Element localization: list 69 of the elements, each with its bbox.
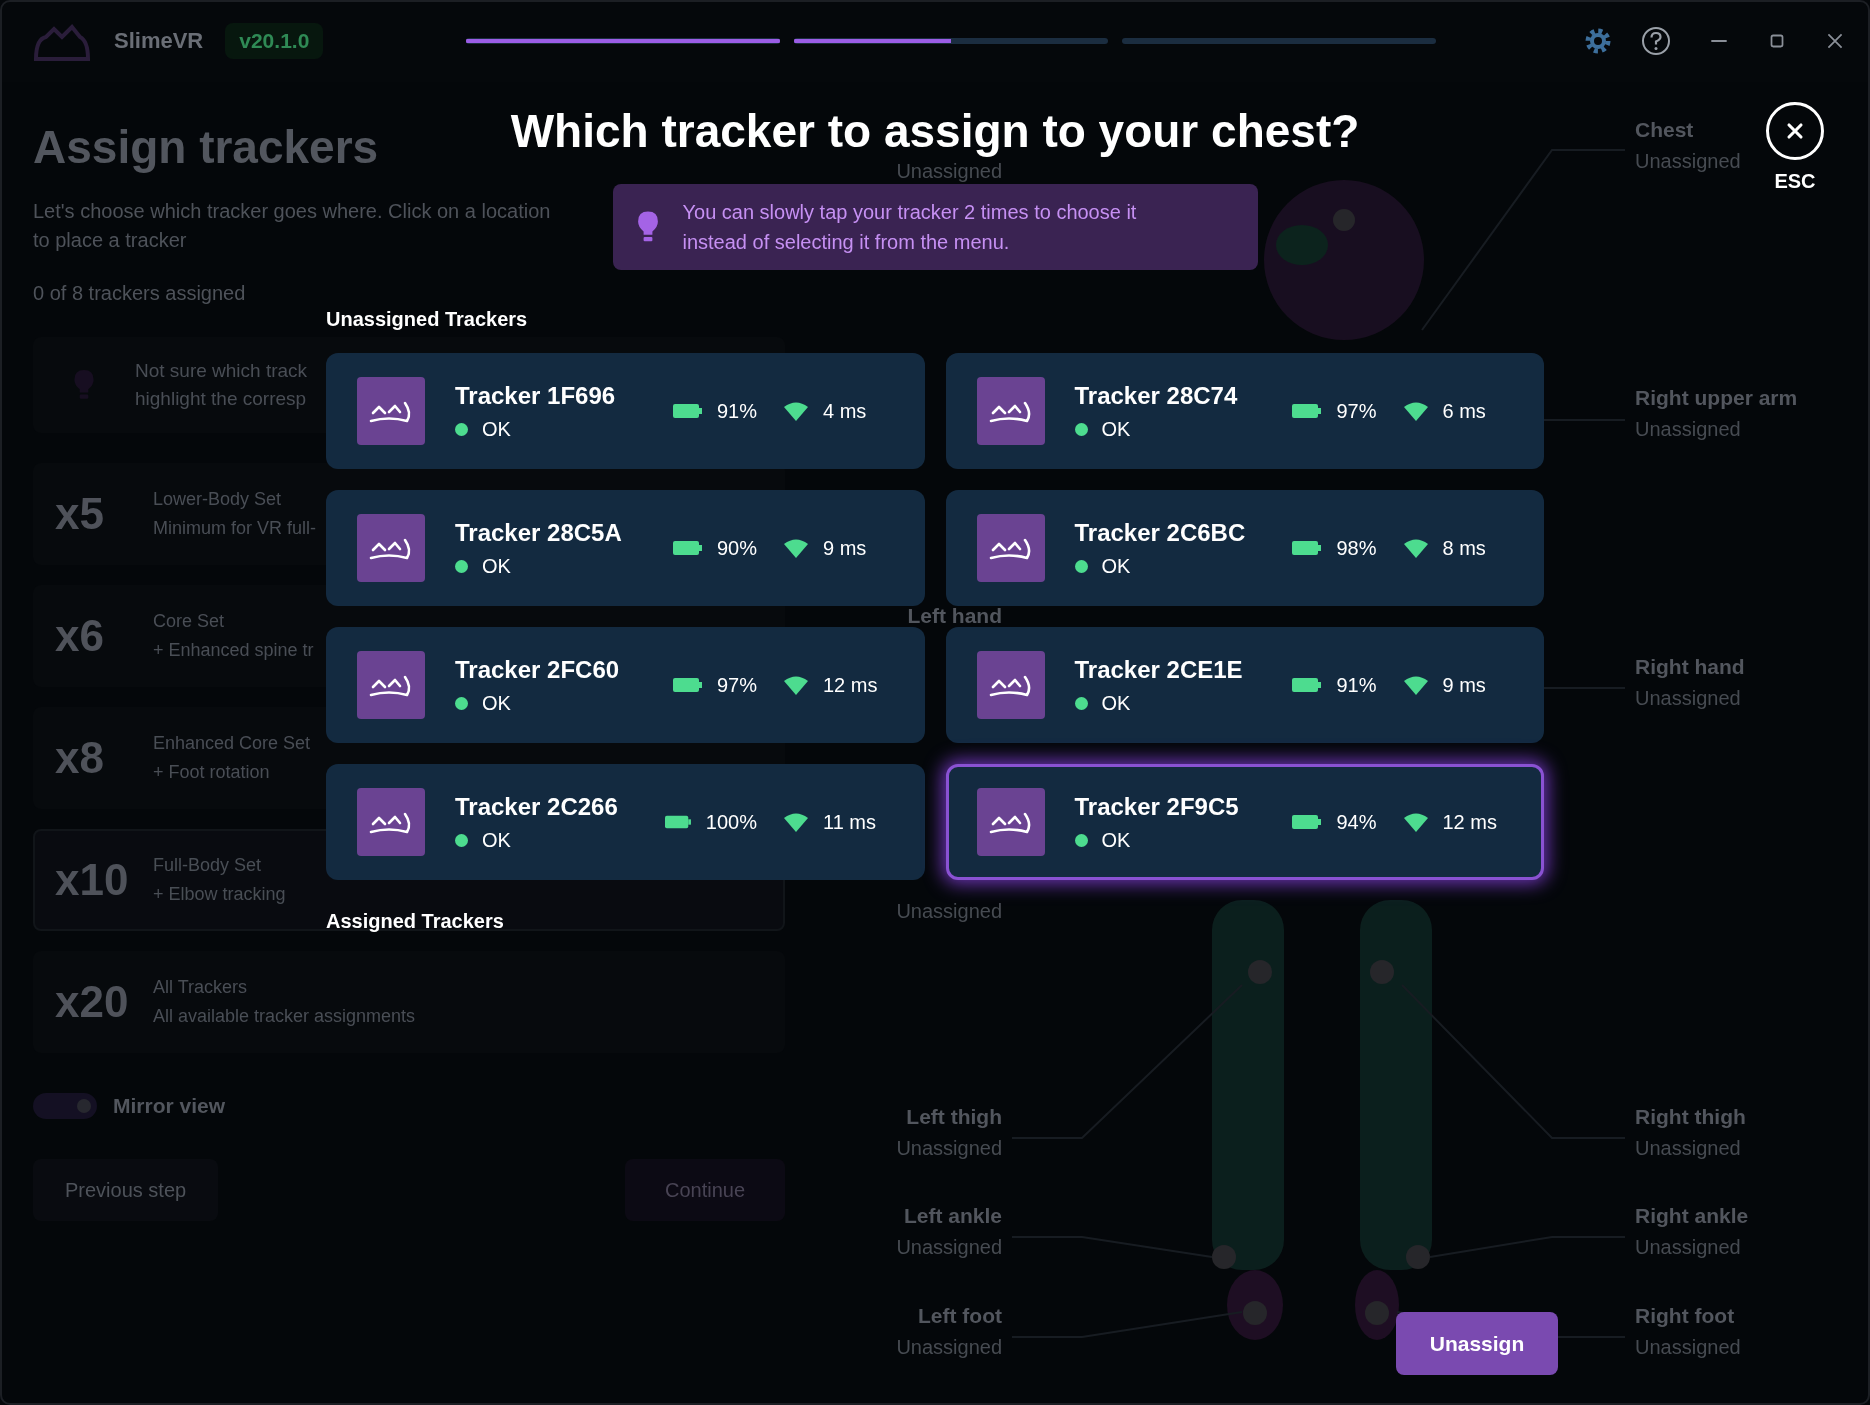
tracker-name: Tracker 1F696 — [455, 381, 617, 410]
body-part-status: Unassigned — [896, 1137, 1002, 1159]
battery-percent: 94% — [1336, 810, 1377, 834]
body-part-status: Unassigned — [1635, 687, 1741, 709]
tracker-status: OK — [1101, 691, 1131, 715]
hint-text: highlight the corresp — [135, 388, 308, 410]
battery-percent: 97% — [716, 673, 757, 697]
set-detail: + Foot rotation — [153, 762, 270, 783]
body-part-status: Unassigned — [896, 1236, 1002, 1258]
latency-text: 8 ms — [1442, 536, 1486, 560]
description-text: to place a tracker — [33, 229, 187, 252]
battery-percent: 98% — [1336, 536, 1377, 560]
latency-text: 12 ms — [1442, 810, 1497, 834]
tracker-name: Tracker 28C5A — [455, 518, 623, 547]
tracker-name: Tracker 2CE1E — [1074, 655, 1244, 684]
mirror-label: Mirror view — [113, 1094, 226, 1118]
set-name: All Trackers — [153, 977, 248, 998]
app-name: SlimeVR — [114, 28, 204, 54]
body-part-status: Unassigned — [896, 900, 1002, 922]
modal-title: Which tracker to assign to your chest? — [510, 104, 1360, 158]
latency-text: 4 ms — [823, 399, 867, 423]
tracker-name: Tracker 2FC60 — [455, 655, 621, 684]
body-part-status: Unassigned — [1635, 1336, 1741, 1358]
body-part-status: Unassigned — [1635, 1236, 1741, 1258]
set-count: x8 — [55, 733, 105, 783]
description-text: Let's choose which tracker goes where. Click on a location — [33, 200, 551, 223]
body-part-status: Unassigned — [1635, 150, 1741, 172]
tracker-status: OK — [1101, 554, 1131, 578]
esc-hint: ESC — [1774, 170, 1816, 193]
set-detail: Minimum for VR full- — [153, 518, 317, 539]
latency-text: 6 ms — [1442, 399, 1486, 423]
tracker-name: Tracker 2F9C5 — [1074, 792, 1240, 821]
set-name: Full-Body Set — [153, 855, 262, 876]
section-heading: Unassigned Trackers — [326, 308, 528, 331]
latency-text: 9 ms — [1442, 673, 1486, 697]
set-count: x20 — [55, 977, 130, 1027]
page-title: Assign trackers — [33, 120, 379, 174]
latency-text: 9 ms — [823, 536, 867, 560]
assigned-count: 0 of 8 trackers assigned — [33, 282, 246, 305]
body-part-status: Unassigned — [896, 1336, 1002, 1358]
tracker-status: OK — [482, 417, 511, 441]
tracker-name: Tracker 2C6BC — [1074, 518, 1247, 547]
set-count: x6 — [55, 611, 105, 661]
set-name: Lower-Body Set — [153, 489, 282, 510]
tracker-status: OK — [1101, 417, 1131, 441]
set-count: x5 — [55, 489, 105, 539]
tracker-status: OK — [482, 828, 511, 852]
set-detail: + Elbow tracking — [153, 884, 286, 905]
version-badge: v20.1.0 — [225, 23, 324, 59]
body-part-status: Unassigned — [1635, 418, 1741, 440]
set-name: Core Set — [153, 611, 225, 632]
body-part-status: Unassigned — [896, 160, 1002, 182]
battery-percent: 97% — [1336, 399, 1377, 423]
body-part-status: Unassigned — [1635, 1137, 1741, 1159]
tip-text: You can slowly tap your tracker 2 times to choose it instead of selecting it from the menu. — [682, 200, 1138, 255]
tracker-status: OK — [482, 554, 511, 578]
section-heading: Assigned Trackers — [326, 910, 504, 933]
tracker-status: OK — [1101, 828, 1131, 852]
set-detail: All available tracker assignments — [153, 1006, 416, 1027]
set-detail: + Enhanced spine tr — [153, 640, 314, 661]
set-count: x10 — [55, 855, 130, 905]
tracker-name: Tracker 28C74 — [1074, 381, 1239, 410]
hint-text: Not sure which track — [135, 360, 308, 382]
battery-percent: 91% — [1336, 673, 1377, 697]
latency-text: 11 ms — [823, 810, 876, 834]
latency-text: 12 ms — [823, 673, 878, 697]
battery-percent: 91% — [716, 399, 757, 423]
set-name: Enhanced Core Set — [153, 733, 311, 754]
battery-percent: 90% — [716, 536, 757, 560]
